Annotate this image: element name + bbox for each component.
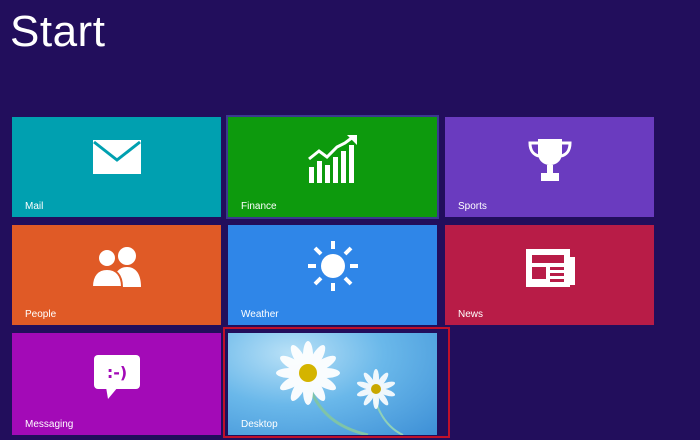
tile-people[interactable]: People xyxy=(12,225,221,325)
tile-sports[interactable]: Sports xyxy=(445,117,654,217)
tile-label: Messaging xyxy=(25,419,74,430)
sun-icon xyxy=(228,239,437,293)
tile-label: News xyxy=(458,309,484,320)
chat-bubble-icon: :-) xyxy=(12,353,221,401)
people-icon xyxy=(12,245,221,289)
start-screen: Start Mail Finance Sports People Weather… xyxy=(0,0,700,440)
finance-chart-icon xyxy=(228,135,437,183)
tile-label: Mail xyxy=(25,201,44,212)
tile-label: Weather xyxy=(241,309,279,320)
tile-label: People xyxy=(25,309,57,320)
page-title: Start xyxy=(10,7,106,56)
mail-icon xyxy=(12,139,221,175)
tile-news[interactable]: News xyxy=(445,225,654,325)
tile-label: Desktop xyxy=(241,419,278,430)
tile-mail[interactable]: Mail xyxy=(12,117,221,217)
trophy-icon xyxy=(445,137,654,185)
tile-label: Finance xyxy=(241,201,277,212)
tile-messaging[interactable]: :-) Messaging xyxy=(12,333,221,435)
tile-label: Sports xyxy=(458,201,487,212)
tile-weather[interactable]: Weather xyxy=(228,225,437,325)
newspaper-icon xyxy=(445,247,654,289)
tile-desktop[interactable]: Desktop xyxy=(228,333,437,435)
svg-text::-): :-) xyxy=(106,363,126,382)
tile-finance[interactable]: Finance xyxy=(226,115,439,219)
